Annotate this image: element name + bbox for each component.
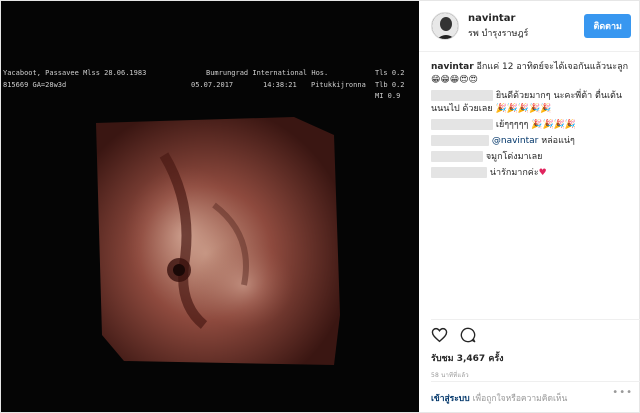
avatar[interactable] bbox=[431, 12, 459, 40]
overlay-doctor: Pitukkijronna bbox=[311, 81, 366, 89]
comment-1: ยินดีด้วยมากๆ นะคะพี่ต้า ตื่นเต้นนนนไป ด… bbox=[431, 90, 631, 116]
caption-username[interactable]: navintar bbox=[431, 62, 474, 72]
view-count: รับชม 3,467 ครั้ง bbox=[431, 354, 504, 364]
instagram-post: Yacaboot, Passavee Mlss 28.06.1983 Bumru… bbox=[0, 0, 640, 413]
comment-3: @navintar หล่อแน่ๆ bbox=[431, 135, 631, 148]
caption-emoji: 😁😁😁😍😍 bbox=[431, 75, 478, 85]
overlay-id: 815669 GA=28w3d bbox=[3, 81, 67, 89]
comment-emoji: 🎉🎉🎉🎉 bbox=[531, 120, 577, 130]
comment-bar: เข้าสู่ระบบ เพื่อถูกใจหรือความคิดเห็น bbox=[431, 381, 640, 405]
login-link[interactable]: เข้าสู่ระบบ bbox=[431, 394, 470, 404]
ultrasound-image bbox=[96, 117, 340, 365]
post-timestamp[interactable]: 58 นาทีที่แล้ว bbox=[431, 370, 640, 380]
ultrasound-video[interactable]: Yacaboot, Passavee Mlss 28.06.1983 Bumru… bbox=[1, 1, 419, 412]
blurred-username bbox=[431, 119, 493, 130]
overlay-tlb: Tlb 0.2 bbox=[375, 81, 405, 89]
caption: navintar อีกแค่ 12 อาทิตย์จะได้เจอกันแล้… bbox=[431, 61, 631, 87]
comment-4: จมูกโด่งมาเลย bbox=[431, 151, 631, 164]
comment-text: หล่อแน่ๆ bbox=[538, 136, 575, 146]
comment-text: เย้ๆๆๆๆๆ bbox=[495, 120, 529, 130]
post-sidebar: navintar รพ บำรุงราษฎร์ ติดตาม navintar … bbox=[419, 1, 640, 412]
overlay-hospital: Bumrungrad International Hos. bbox=[206, 69, 329, 77]
comment-prompt: เพื่อถูกใจหรือความคิดเห็น bbox=[472, 394, 568, 404]
overlay-time: 14:38:21 bbox=[263, 81, 297, 89]
blurred-username bbox=[431, 151, 483, 162]
comment-icon[interactable] bbox=[460, 327, 476, 347]
heart-icon[interactable] bbox=[431, 327, 448, 347]
caption-text: อีกแค่ 12 อาทิตย์จะได้เจอกันแล้วนะลูก bbox=[473, 62, 629, 72]
comments-list: navintar อีกแค่ 12 อาทิตย์จะได้เจอกันแล้… bbox=[431, 61, 631, 183]
comment-5: น่ารักมากค่ะ♥ bbox=[431, 167, 631, 180]
heart-emoji: ♥ bbox=[538, 168, 547, 178]
post-actions: รับชม 3,467 ครั้ง 58 นาทีที่แล้ว bbox=[431, 319, 640, 380]
more-options-icon[interactable]: ••• bbox=[612, 387, 633, 398]
username[interactable]: navintar bbox=[468, 13, 584, 24]
location[interactable]: รพ บำรุงราษฎร์ bbox=[468, 26, 584, 40]
blurred-username bbox=[431, 135, 489, 146]
scan-info-overlay: Yacaboot, Passavee Mlss 28.06.1983 Bumru… bbox=[1, 65, 419, 101]
mention-link[interactable]: @navintar bbox=[492, 136, 539, 146]
overlay-mi: MI 0.9 bbox=[375, 92, 401, 100]
overlay-tls: Tls 0.2 bbox=[375, 69, 405, 77]
blurred-username bbox=[431, 90, 493, 101]
comment-2: เย้ๆๆๆๆๆ 🎉🎉🎉🎉 bbox=[431, 119, 631, 132]
post-header: navintar รพ บำรุงราษฎร์ ติดตาม bbox=[419, 1, 639, 52]
comment-emoji: 🎉🎉🎉🎉🎉 bbox=[495, 104, 552, 114]
overlay-patient: Yacaboot, Passavee Mlss 28.06.1983 bbox=[3, 69, 147, 77]
follow-button[interactable]: ติดตาม bbox=[584, 14, 631, 38]
comment-text: จมูกโด่งมาเลย bbox=[485, 152, 543, 162]
overlay-date: 05.07.2017 bbox=[191, 81, 234, 89]
blurred-username bbox=[431, 167, 487, 178]
comment-text: น่ารักมากค่ะ bbox=[489, 168, 539, 178]
